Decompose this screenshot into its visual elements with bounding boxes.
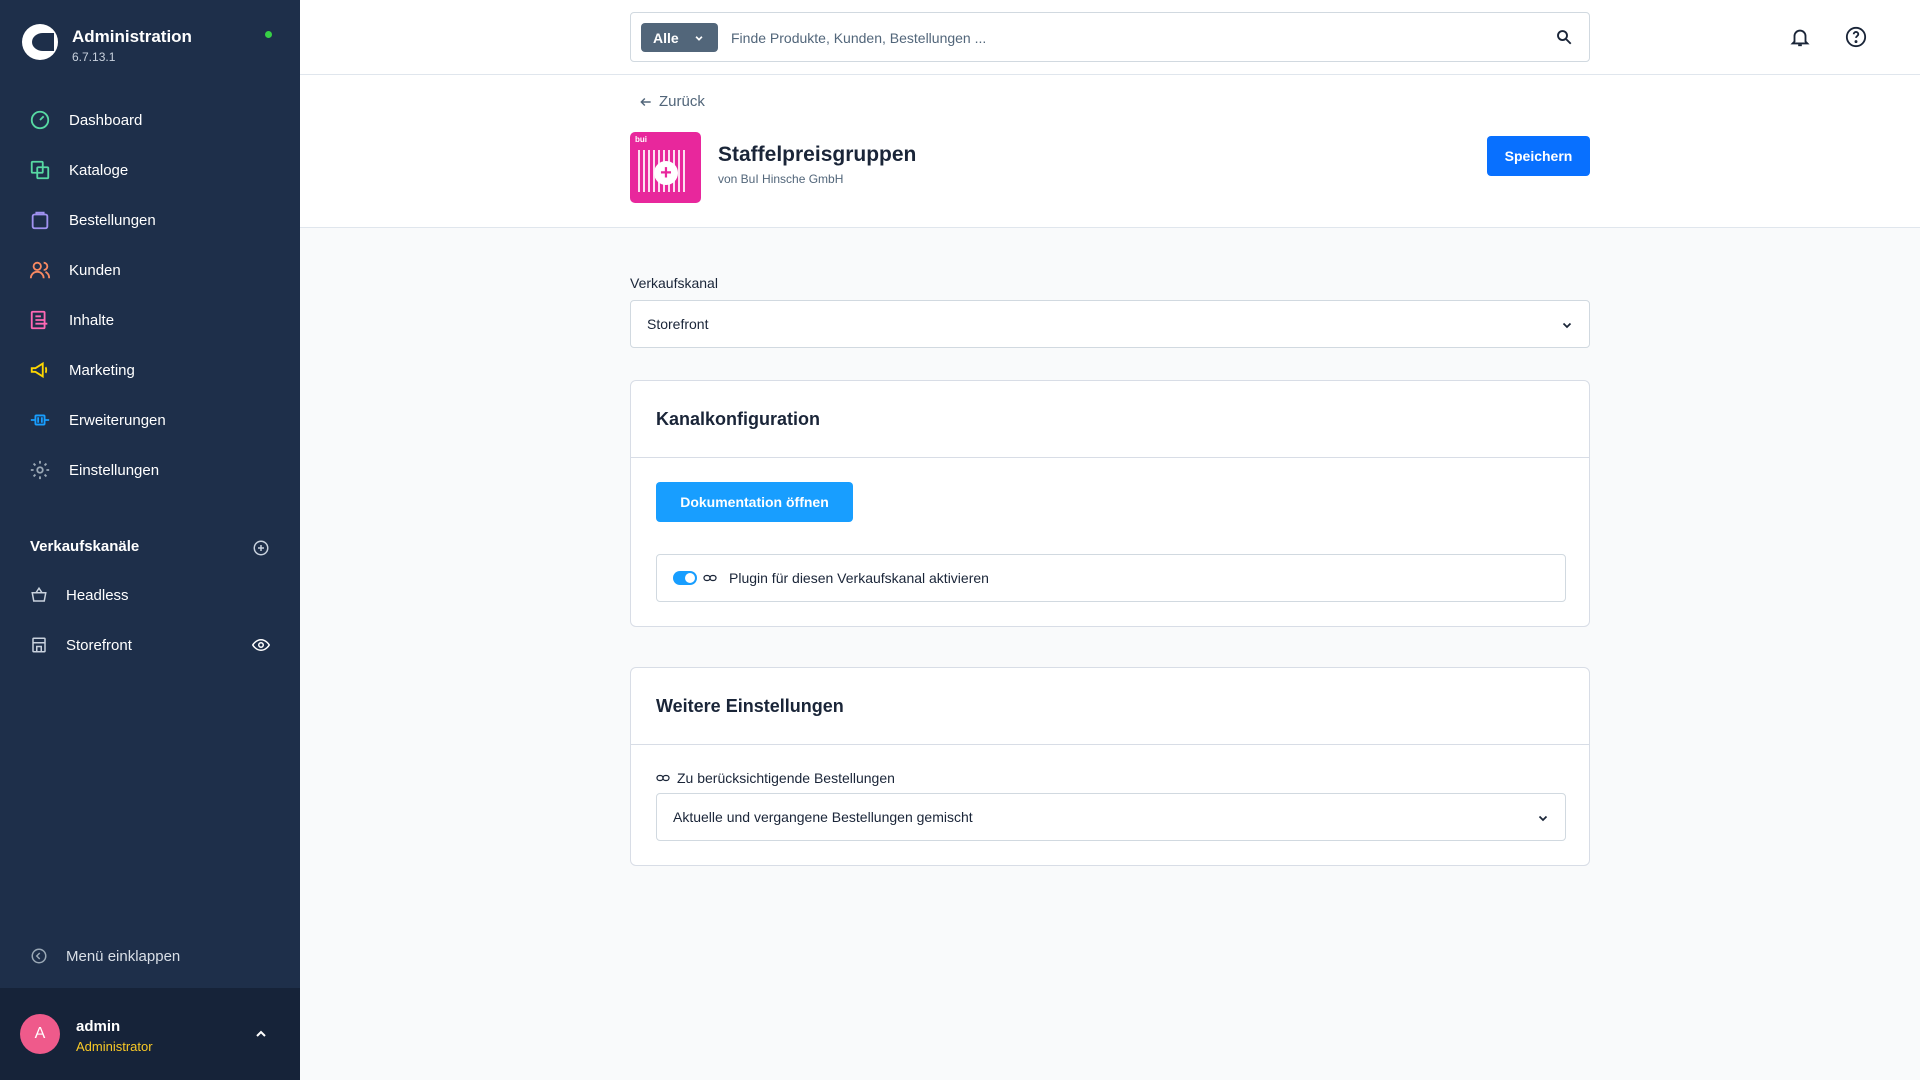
sidebar-item-label: Bestellungen xyxy=(69,211,156,229)
sidebar-item-settings[interactable]: Einstellungen xyxy=(0,445,300,495)
back-label: Zurück xyxy=(659,93,705,110)
sidebar-item-label: Dashboard xyxy=(69,111,143,129)
bell-icon[interactable] xyxy=(1789,26,1811,48)
eye-icon[interactable] xyxy=(252,637,270,653)
arrow-left-icon xyxy=(640,97,651,106)
search-icon[interactable] xyxy=(1555,28,1573,46)
gear-icon xyxy=(29,459,51,481)
storefront-icon xyxy=(30,636,48,654)
page-title: Staffelpreisgruppen xyxy=(718,143,917,166)
sales-channels-list: Headless Storefront xyxy=(0,570,300,670)
plugin-activate-toggle[interactable] xyxy=(673,571,697,585)
collapse-menu-label: Menü einklappen xyxy=(66,947,181,965)
sales-channels-heading: Verkaufskanäle xyxy=(30,538,270,558)
help-icon[interactable] xyxy=(1845,26,1867,48)
sidebar-item-label: Erweiterungen xyxy=(69,411,166,429)
sidebar-item-label: Inhalte xyxy=(69,311,115,329)
top-bar: Alle xyxy=(300,0,1920,75)
orders-field-label-text: Zu berücksichtigende Bestellungen xyxy=(677,770,895,786)
more-settings-card: Weitere Einstellungen Zu berücksichtigen… xyxy=(630,667,1590,866)
plug-icon xyxy=(29,409,51,431)
channel-config-title: Kanalkonfiguration xyxy=(631,381,1589,458)
chevron-down-icon xyxy=(1562,322,1572,329)
status-dot xyxy=(265,31,272,38)
basket-icon xyxy=(30,586,48,604)
search-bar: Alle xyxy=(630,12,1590,62)
orders-select-value: Aktuelle und vergangene Bestellungen gem… xyxy=(673,809,973,825)
sidebar-item-customers[interactable]: Kunden xyxy=(0,245,300,295)
page-subtitle: von BuI Hinsche GmbH xyxy=(718,172,844,186)
sidebar-item-extensions[interactable]: Erweiterungen xyxy=(0,395,300,445)
channel-config-card: Kanalkonfiguration Dokumentation öffnen … xyxy=(630,380,1590,627)
add-sales-channel-icon[interactable] xyxy=(252,539,270,557)
sidebar-item-headless[interactable]: Headless xyxy=(0,570,300,620)
sidebar-item-content[interactable]: Inhalte xyxy=(0,295,300,345)
open-documentation-button[interactable]: Dokumentation öffnen xyxy=(656,482,853,522)
sidebar-item-label: Marketing xyxy=(69,361,135,379)
search-type-label: Alle xyxy=(653,29,679,46)
chevron-down-icon xyxy=(1538,815,1548,822)
page-header: Zurück bui + Staffelpreisgruppen von BuI… xyxy=(300,75,1920,228)
customers-icon xyxy=(29,259,51,281)
plugin-logo-badge: bui xyxy=(635,135,647,144)
chevron-left-circle-icon xyxy=(31,948,47,964)
sidebar-item-label: Headless xyxy=(66,586,129,604)
chevron-up-icon[interactable] xyxy=(253,1026,269,1042)
user-menu[interactable]: A admin Administrator xyxy=(0,988,300,1080)
main-nav: Dashboard Kataloge Bestellungen Kunden I… xyxy=(0,95,300,495)
sidebar-item-orders[interactable]: Bestellungen xyxy=(0,195,300,245)
collapse-menu-button[interactable]: Menü einklappen xyxy=(30,945,180,967)
brand[interactable]: Administration 6.7.13.1 xyxy=(22,22,282,72)
sidebar-item-marketing[interactable]: Marketing xyxy=(0,345,300,395)
dashboard-icon xyxy=(29,109,51,131)
search-input[interactable] xyxy=(731,23,1531,52)
shopware-logo-icon xyxy=(22,24,58,60)
sales-channels-title: Verkaufskanäle xyxy=(30,538,140,555)
sales-channel-value: Storefront xyxy=(647,316,709,332)
sidebar-item-label: Einstellungen xyxy=(69,461,160,479)
save-button[interactable]: Speichern xyxy=(1487,136,1590,176)
more-settings-title: Weitere Einstellungen xyxy=(631,668,1589,745)
sales-channel-select[interactable]: Storefront xyxy=(630,300,1590,348)
plugin-logo: bui + xyxy=(630,132,701,203)
plus-icon: + xyxy=(654,161,678,185)
search-type-dropdown[interactable]: Alle xyxy=(641,23,718,52)
inheritance-link-icon[interactable] xyxy=(703,573,717,583)
content-icon xyxy=(29,309,51,331)
sidebar-item-label: Storefront xyxy=(66,636,132,654)
sidebar-item-catalogs[interactable]: Kataloge xyxy=(0,145,300,195)
orders-field-label: Zu berücksichtigende Bestellungen xyxy=(656,770,895,786)
app-title: Administration xyxy=(72,27,192,46)
chevron-down-icon xyxy=(695,36,703,41)
user-name: admin xyxy=(76,1018,121,1035)
orders-select[interactable]: Aktuelle und vergangene Bestellungen gem… xyxy=(656,793,1566,841)
user-role: Administrator xyxy=(76,1039,153,1054)
sidebar: Administration 6.7.13.1 Dashboard Katalo… xyxy=(0,0,300,1080)
inheritance-link-icon[interactable] xyxy=(656,773,670,783)
plugin-activate-label: Plugin für diesen Verkaufskanal aktivier… xyxy=(729,570,989,586)
plugin-activate-field: Plugin für diesen Verkaufskanal aktivier… xyxy=(656,554,1566,602)
sales-channel-label: Verkaufskanal xyxy=(630,275,718,291)
avatar: A xyxy=(20,1014,60,1054)
sidebar-item-dashboard[interactable]: Dashboard xyxy=(0,95,300,145)
sidebar-item-storefront[interactable]: Storefront xyxy=(0,620,300,670)
sidebar-item-label: Kunden xyxy=(69,261,121,279)
back-link[interactable]: Zurück xyxy=(639,93,705,110)
shopping-bag-icon xyxy=(29,209,51,231)
catalog-icon xyxy=(29,159,51,181)
sidebar-item-label: Kataloge xyxy=(69,161,129,179)
megaphone-icon xyxy=(29,359,51,381)
app-version: 6.7.13.1 xyxy=(72,50,116,64)
